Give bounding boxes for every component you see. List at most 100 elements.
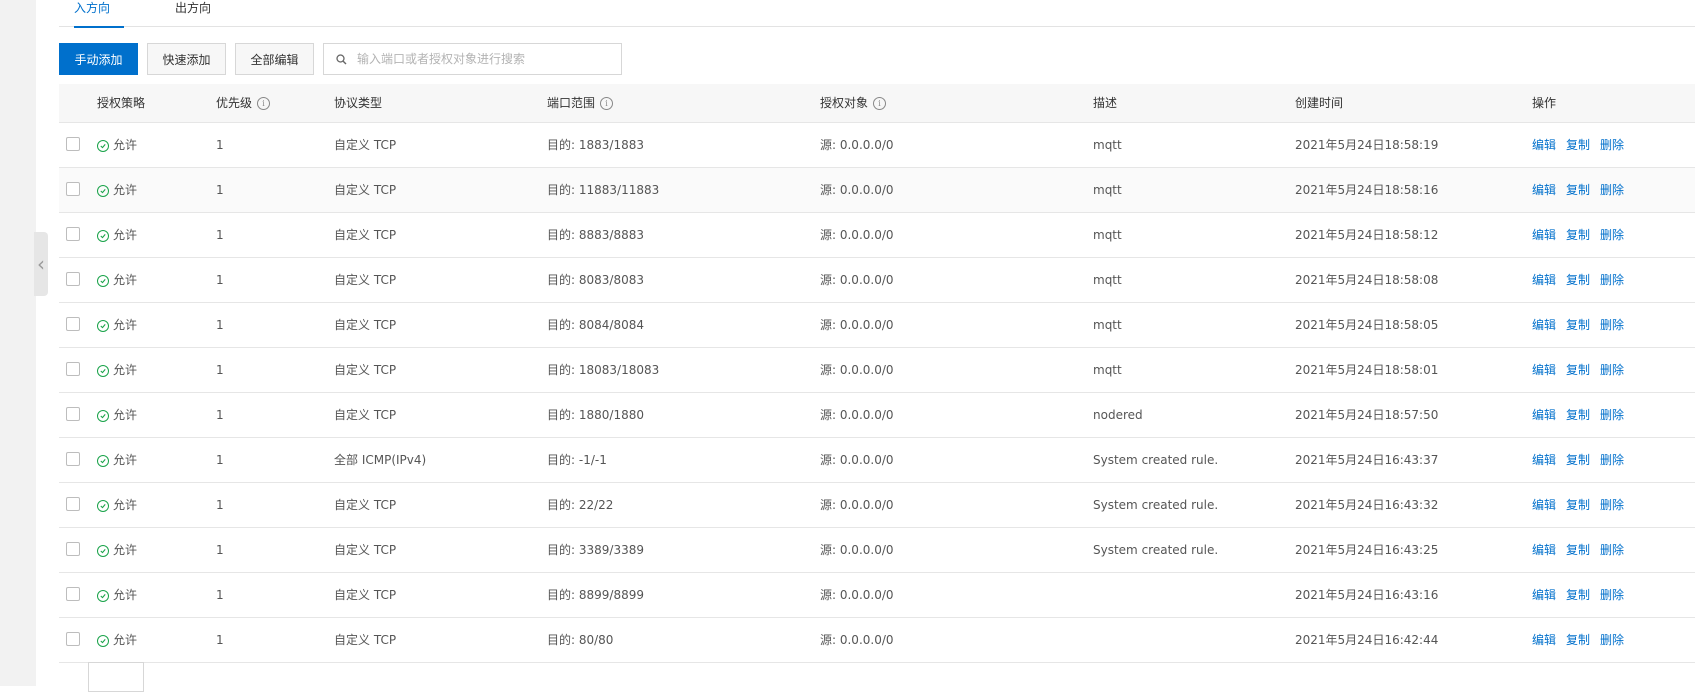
manual-add-button[interactable]: 手动添加: [59, 43, 138, 75]
row-checkbox[interactable]: [66, 587, 80, 601]
page-size-select[interactable]: [88, 662, 144, 692]
priority-cell: 1: [216, 453, 224, 467]
auth-object-cell: 源: 0.0.0.0/0: [820, 138, 894, 152]
auth-object-cell: 源: 0.0.0.0/0: [820, 453, 894, 467]
port-range-cell: 目的: -1/-1: [547, 453, 607, 467]
row-checkbox[interactable]: [66, 407, 80, 421]
edit-link[interactable]: 编辑: [1532, 408, 1556, 422]
delete-link[interactable]: 删除: [1600, 543, 1624, 557]
row-checkbox[interactable]: [66, 362, 80, 376]
table-header: 授权策略 优先级 i 协议类型 端口范围 i 授权对象 i 描述 创建时间 操作: [59, 84, 1695, 123]
description-cell: mqtt: [1093, 318, 1122, 332]
check-circle-icon: [97, 139, 109, 152]
copy-link[interactable]: 复制: [1566, 363, 1590, 377]
delete-link[interactable]: 删除: [1600, 363, 1624, 377]
actions-cell: 编辑 复制 删除: [1532, 528, 1634, 572]
port-range-cell: 目的: 8883/8883: [547, 228, 644, 242]
column-header-port-range: 端口范围 i: [547, 84, 614, 122]
copy-link[interactable]: 复制: [1566, 228, 1590, 242]
column-header-description: 描述: [1093, 96, 1118, 110]
edit-link[interactable]: 编辑: [1532, 543, 1556, 557]
table-body: 允许 1 自定义 TCP 目的: 1883/1883 源: 0.0.0.0/0 mqtt 2…: [59, 123, 1695, 663]
copy-link[interactable]: 复制: [1566, 453, 1590, 467]
row-checkbox[interactable]: [66, 452, 80, 466]
actions-cell: 编辑 复制 删除: [1532, 168, 1634, 212]
edit-link[interactable]: 编辑: [1532, 453, 1556, 467]
delete-link[interactable]: 删除: [1600, 183, 1624, 197]
copy-link[interactable]: 复制: [1566, 183, 1590, 197]
delete-link[interactable]: 删除: [1600, 633, 1624, 647]
priority-cell: 1: [216, 633, 224, 647]
created-time-cell: 2021年5月24日18:58:12: [1295, 228, 1439, 242]
copy-link[interactable]: 复制: [1566, 543, 1590, 557]
copy-link[interactable]: 复制: [1566, 498, 1590, 512]
check-circle-icon: [97, 634, 109, 647]
protocol-cell: 自定义 TCP: [334, 633, 397, 647]
auth-object-cell: 源: 0.0.0.0/0: [820, 363, 894, 377]
info-icon[interactable]: i: [600, 96, 614, 110]
edit-link[interactable]: 编辑: [1532, 363, 1556, 377]
edit-link[interactable]: 编辑: [1532, 318, 1556, 332]
search-input[interactable]: [355, 51, 609, 67]
priority-cell: 1: [216, 273, 224, 287]
delete-link[interactable]: 删除: [1600, 273, 1624, 287]
edit-link[interactable]: 编辑: [1532, 138, 1556, 152]
created-time-cell: 2021年5月24日16:43:32: [1295, 498, 1439, 512]
column-header-policy: 授权策略: [97, 96, 146, 110]
port-range-cell: 目的: 3389/3389: [547, 543, 644, 557]
policy-cell: 允许: [97, 303, 137, 347]
policy-cell: 允许: [97, 258, 137, 302]
table-row: 允许 1 自定义 TCP 目的: 1883/1883 源: 0.0.0.0/0 mqtt 2…: [59, 123, 1695, 168]
row-checkbox[interactable]: [66, 317, 80, 331]
row-checkbox[interactable]: [66, 272, 80, 286]
info-icon[interactable]: i: [873, 96, 887, 110]
policy-cell: 允许: [97, 483, 137, 527]
edit-link[interactable]: 编辑: [1532, 228, 1556, 242]
edit-link[interactable]: 编辑: [1532, 588, 1556, 602]
created-time-cell: 2021年5月24日16:43:37: [1295, 453, 1439, 467]
priority-cell: 1: [216, 408, 224, 422]
row-checkbox[interactable]: [66, 182, 80, 196]
edit-all-button[interactable]: 全部编辑: [235, 43, 314, 75]
policy-cell: 允许: [97, 168, 137, 212]
table-row: 允许 1 自定义 TCP 目的: 3389/3389 源: 0.0.0.0/0 Syste…: [59, 528, 1695, 573]
delete-link[interactable]: 删除: [1600, 228, 1624, 242]
edit-link[interactable]: 编辑: [1532, 633, 1556, 647]
row-checkbox[interactable]: [66, 632, 80, 646]
copy-link[interactable]: 复制: [1566, 273, 1590, 287]
row-checkbox[interactable]: [66, 137, 80, 151]
delete-link[interactable]: 删除: [1600, 588, 1624, 602]
edit-link[interactable]: 编辑: [1532, 183, 1556, 197]
delete-link[interactable]: 删除: [1600, 318, 1624, 332]
policy-cell: 允许: [97, 393, 137, 437]
copy-link[interactable]: 复制: [1566, 408, 1590, 422]
delete-link[interactable]: 删除: [1600, 453, 1624, 467]
delete-link[interactable]: 删除: [1600, 498, 1624, 512]
copy-link[interactable]: 复制: [1566, 588, 1590, 602]
delete-link[interactable]: 删除: [1600, 408, 1624, 422]
row-checkbox[interactable]: [66, 497, 80, 511]
row-checkbox[interactable]: [66, 542, 80, 556]
created-time-cell: 2021年5月24日18:58:16: [1295, 183, 1439, 197]
created-time-cell: 2021年5月24日16:43:16: [1295, 588, 1439, 602]
description-cell: System created rule.: [1093, 453, 1219, 467]
delete-link[interactable]: 删除: [1600, 138, 1624, 152]
info-icon[interactable]: i: [257, 96, 271, 110]
tab-inbound[interactable]: 入方向: [74, 0, 124, 28]
protocol-cell: 自定义 TCP: [334, 183, 397, 197]
tab-outbound[interactable]: 出方向: [175, 0, 225, 26]
table-row: 允许 1 自定义 TCP 目的: 8083/8083 源: 0.0.0.0/0 mqtt 2…: [59, 258, 1695, 303]
actions-cell: 编辑 复制 删除: [1532, 573, 1634, 617]
collapse-sidebar-handle[interactable]: ‹: [34, 232, 48, 296]
row-checkbox[interactable]: [66, 227, 80, 241]
edit-link[interactable]: 编辑: [1532, 498, 1556, 512]
check-circle-icon: [97, 409, 109, 422]
column-header-auth-object: 授权对象 i: [820, 84, 887, 122]
quick-add-button[interactable]: 快速添加: [147, 43, 226, 75]
copy-link[interactable]: 复制: [1566, 138, 1590, 152]
table-row: 允许 1 全部 ICMP(IPv4) 目的: -1/-1 源: 0.0.0.0/0 Sys…: [59, 438, 1695, 483]
copy-link[interactable]: 复制: [1566, 318, 1590, 332]
copy-link[interactable]: 复制: [1566, 633, 1590, 647]
table-row: 允许 1 自定义 TCP 目的: 11883/11883 源: 0.0.0.0/0 mqt…: [59, 168, 1695, 213]
edit-link[interactable]: 编辑: [1532, 273, 1556, 287]
